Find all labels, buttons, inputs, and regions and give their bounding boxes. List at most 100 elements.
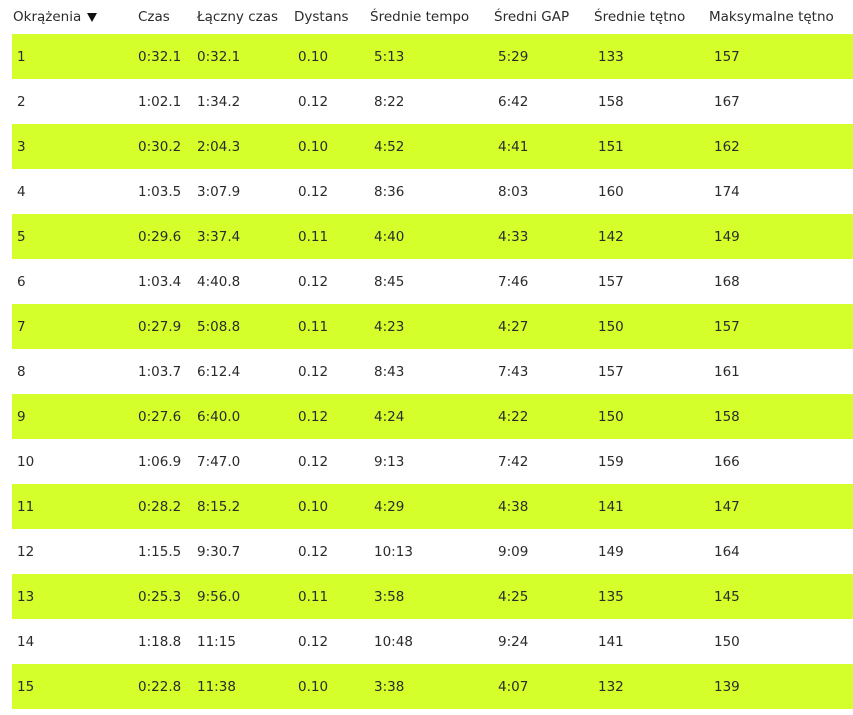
cell-avg-hr: 133: [598, 48, 624, 65]
cell-avg-gap: 4:27: [498, 318, 529, 335]
cell-distance: 0.11: [298, 318, 329, 335]
cell-distance: 0.12: [298, 453, 329, 470]
column-header-max-hr[interactable]: Maksymalne tętno: [709, 0, 834, 34]
cell-lap-number: 11: [17, 498, 35, 515]
cell-total-time: 6:12.4: [197, 363, 241, 380]
cell-lap-time: 0:30.2: [138, 138, 182, 155]
column-header-avg-pace[interactable]: Średnie tempo: [370, 0, 469, 34]
cell-avg-gap: 4:07: [498, 678, 529, 695]
table-row[interactable]: 12 1:15.5 9:30.7 0.12 10:13 9:09 149 164: [12, 529, 853, 574]
cell-avg-pace: 8:36: [374, 183, 405, 200]
cell-total-time: 9:56.0: [197, 588, 241, 605]
cell-avg-pace: 4:23: [374, 318, 405, 335]
cell-lap-time: 1:06.9: [138, 453, 182, 470]
cell-total-time: 4:40.8: [197, 273, 241, 290]
cell-total-time: 11:38: [197, 678, 236, 695]
cell-max-hr: 162: [714, 138, 740, 155]
table-row[interactable]: 5 0:29.6 3:37.4 0.11 4:40 4:33 142 149: [12, 214, 853, 259]
cell-total-time: 8:15.2: [197, 498, 241, 515]
table-row[interactable]: 14 1:18.8 11:15 0.12 10:48 9:24 141 150: [12, 619, 853, 664]
table-header: Okrążenia Czas Łączny czas Dystans Średn…: [12, 0, 853, 34]
cell-avg-gap: 6:42: [498, 93, 529, 110]
cell-avg-pace: 8:22: [374, 93, 405, 110]
cell-total-time: 2:04.3: [197, 138, 241, 155]
cell-avg-gap: 9:09: [498, 543, 529, 560]
cell-lap-number: 12: [17, 543, 35, 560]
cell-total-time: 6:40.0: [197, 408, 241, 425]
cell-lap-number: 8: [17, 363, 26, 380]
cell-lap-time: 0:25.3: [138, 588, 182, 605]
sort-descending-icon[interactable]: [87, 13, 98, 22]
cell-distance: 0.12: [298, 363, 329, 380]
cell-avg-pace: 8:43: [374, 363, 405, 380]
table-row[interactable]: 4 1:03.5 3:07.9 0.12 8:36 8:03 160 174: [12, 169, 853, 214]
cell-distance: 0.12: [298, 633, 329, 650]
cell-avg-pace: 4:29: [374, 498, 405, 515]
table-row[interactable]: 10 1:06.9 7:47.0 0.12 9:13 7:42 159 166: [12, 439, 853, 484]
cell-lap-number: 10: [17, 453, 35, 470]
cell-total-time: 11:15: [197, 633, 236, 650]
table-row[interactable]: 9 0:27.6 6:40.0 0.12 4:24 4:22 150 158: [12, 394, 853, 439]
cell-lap-number: 4: [17, 183, 26, 200]
cell-avg-hr: 150: [598, 408, 624, 425]
cell-total-time: 5:08.8: [197, 318, 241, 335]
cell-avg-pace: 3:58: [374, 588, 405, 605]
cell-lap-time: 1:03.5: [138, 183, 182, 200]
table-row[interactable]: 2 1:02.1 1:34.2 0.12 8:22 6:42 158 167: [12, 79, 853, 124]
cell-lap-time: 0:27.9: [138, 318, 182, 335]
cell-distance: 0.10: [298, 678, 329, 695]
table-row[interactable]: 1 0:32.1 0:32.1 0.10 5:13 5:29 133 157: [12, 34, 853, 79]
cell-avg-pace: 3:38: [374, 678, 405, 695]
table-row[interactable]: 7 0:27.9 5:08.8 0.11 4:23 4:27 150 157: [12, 304, 853, 349]
cell-distance: 0.11: [298, 228, 329, 245]
column-header-avg-gap[interactable]: Średni GAP: [494, 0, 569, 34]
cell-avg-hr: 132: [598, 678, 624, 695]
cell-avg-hr: 150: [598, 318, 624, 335]
cell-avg-gap: 4:41: [498, 138, 529, 155]
table-row[interactable]: 13 0:25.3 9:56.0 0.11 3:58 4:25 135 145: [12, 574, 853, 619]
cell-lap-number: 13: [17, 588, 35, 605]
cell-avg-hr: 160: [598, 183, 624, 200]
cell-avg-gap: 4:22: [498, 408, 529, 425]
column-header-time[interactable]: Czas: [138, 0, 170, 34]
cell-avg-gap: 4:38: [498, 498, 529, 515]
cell-avg-hr: 141: [598, 633, 624, 650]
cell-avg-hr: 151: [598, 138, 624, 155]
cell-lap-number: 6: [17, 273, 26, 290]
cell-avg-gap: 8:03: [498, 183, 529, 200]
cell-max-hr: 149: [714, 228, 740, 245]
cell-avg-pace: 10:48: [374, 633, 413, 650]
cell-max-hr: 164: [714, 543, 740, 560]
cell-max-hr: 139: [714, 678, 740, 695]
cell-max-hr: 150: [714, 633, 740, 650]
cell-max-hr: 158: [714, 408, 740, 425]
column-header-total-time[interactable]: Łączny czas: [197, 0, 278, 34]
cell-lap-time: 1:03.7: [138, 363, 182, 380]
cell-avg-gap: 4:25: [498, 588, 529, 605]
cell-max-hr: 157: [714, 318, 740, 335]
cell-total-time: 9:30.7: [197, 543, 241, 560]
column-header-avg-hr[interactable]: Średnie tętno: [594, 0, 685, 34]
table-row[interactable]: 11 0:28.2 8:15.2 0.10 4:29 4:38 141 147: [12, 484, 853, 529]
cell-distance: 0.11: [298, 588, 329, 605]
laps-table: Okrążenia Czas Łączny czas Dystans Średn…: [12, 0, 853, 709]
cell-lap-number: 14: [17, 633, 35, 650]
column-header-laps[interactable]: Okrążenia: [13, 0, 98, 34]
cell-lap-number: 3: [17, 138, 26, 155]
cell-distance: 0.10: [298, 498, 329, 515]
table-row[interactable]: 8 1:03.7 6:12.4 0.12 8:43 7:43 157 161: [12, 349, 853, 394]
cell-distance: 0.12: [298, 408, 329, 425]
cell-max-hr: 174: [714, 183, 740, 200]
table-row[interactable]: 15 0:22.8 11:38 0.10 3:38 4:07 132 139: [12, 664, 853, 709]
cell-lap-time: 1:03.4: [138, 273, 182, 290]
cell-avg-gap: 7:43: [498, 363, 529, 380]
table-row[interactable]: 6 1:03.4 4:40.8 0.12 8:45 7:46 157 168: [12, 259, 853, 304]
cell-avg-pace: 4:24: [374, 408, 405, 425]
cell-avg-pace: 9:13: [374, 453, 405, 470]
cell-lap-number: 1: [17, 48, 26, 65]
cell-avg-hr: 141: [598, 498, 624, 515]
cell-distance: 0.12: [298, 273, 329, 290]
column-header-distance[interactable]: Dystans: [294, 0, 349, 34]
table-row[interactable]: 3 0:30.2 2:04.3 0.10 4:52 4:41 151 162: [12, 124, 853, 169]
cell-lap-number: 15: [17, 678, 35, 695]
